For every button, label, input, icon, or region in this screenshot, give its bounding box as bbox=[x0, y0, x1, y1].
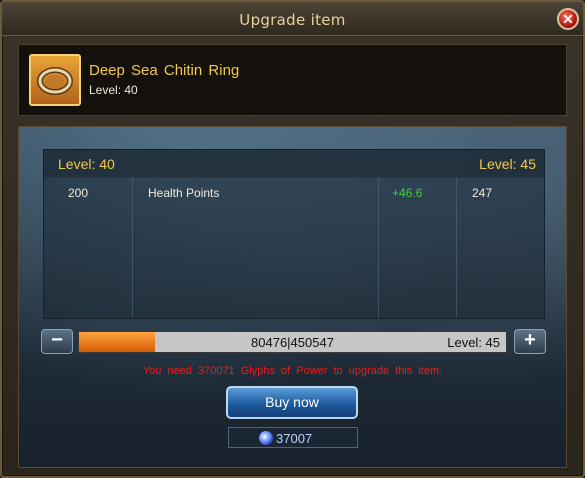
currency-display: 37007 bbox=[228, 427, 358, 448]
glyph-of-power-icon bbox=[259, 431, 273, 445]
item-name: Deep Sea Chitin Ring bbox=[89, 62, 240, 79]
stat-name: Health Points bbox=[148, 186, 220, 200]
stat-base-value: 200 bbox=[68, 186, 89, 200]
item-info-panel: Deep Sea Chitin Ring Level: 40 bbox=[18, 44, 567, 116]
requirement-warning: You need 370071 Glyphs of Power to upgra… bbox=[142, 365, 443, 377]
stats-table: Level: 40 Level: 45 200 Health Points +4… bbox=[43, 149, 545, 319]
glyph-progress-bar: 80476|450547 Level: 45 bbox=[78, 331, 507, 353]
decrease-level-button[interactable]: − bbox=[41, 329, 73, 354]
level-selector: − 80476|450547 Level: 45 + bbox=[41, 329, 546, 355]
item-level: Level: 40 bbox=[89, 83, 138, 97]
stat-gain: +46.6 bbox=[392, 186, 423, 200]
stat-result-value: 247 bbox=[472, 186, 493, 200]
increase-level-button[interactable]: + bbox=[514, 329, 546, 354]
buy-now-button[interactable]: Buy now bbox=[226, 386, 358, 419]
upgrade-panel: Level: 40 Level: 45 200 Health Points +4… bbox=[18, 126, 567, 468]
ring-icon bbox=[29, 54, 81, 106]
column-divider bbox=[378, 178, 379, 318]
target-level-label: Level: 45 bbox=[479, 156, 536, 172]
selected-level: Level: 45 bbox=[447, 335, 500, 350]
close-icon[interactable]: ✕ bbox=[557, 8, 579, 30]
progress-text: 80476|450547 bbox=[251, 335, 334, 350]
current-level-label: Level: 40 bbox=[58, 156, 115, 172]
currency-value: 37007 bbox=[276, 431, 313, 446]
title-bar: Upgrade item ✕ bbox=[2, 2, 583, 36]
window-title: Upgrade item bbox=[239, 11, 346, 29]
column-divider bbox=[456, 178, 457, 318]
upgrade-item-window: Upgrade item ✕ Deep Sea Chitin Ring Leve… bbox=[0, 0, 585, 478]
column-divider bbox=[132, 178, 133, 318]
stats-header: Level: 40 Level: 45 bbox=[44, 150, 544, 178]
